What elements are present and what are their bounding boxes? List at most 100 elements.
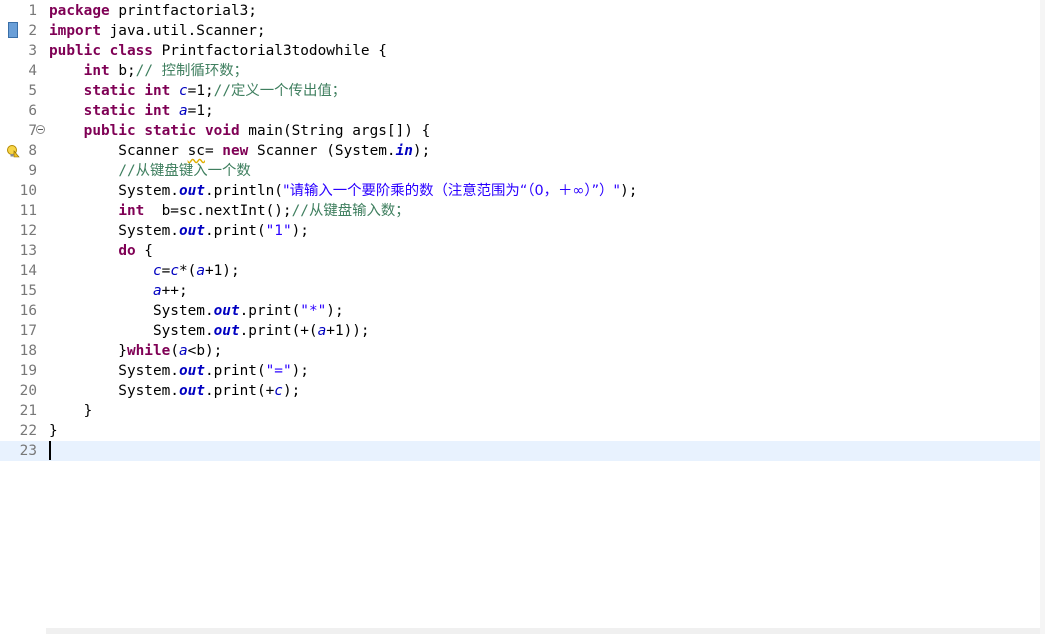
code-token: ); — [291, 223, 309, 239]
code-text[interactable]: public static void main(String args[]) { — [49, 121, 431, 141]
code-text[interactable]: public class Printfactorial3todowhile { — [49, 41, 387, 61]
code-text[interactable]: static int a=1; — [49, 101, 214, 121]
code-line[interactable]: 12 System.out.print("1"); — [0, 221, 1040, 241]
code-line[interactable]: 2 import java.util.Scanner; — [0, 21, 1040, 41]
code-token: out — [213, 323, 240, 339]
code-token: "1" — [265, 223, 292, 239]
code-line[interactable]: 17 System.out.print(+(a+1)); — [0, 321, 1040, 341]
code-text[interactable]: package printfactorial3; — [49, 1, 257, 21]
code-line[interactable]: 10 System.out.println("请输入一个要阶乘的数（注意范围为“… — [0, 181, 1040, 201]
code-line[interactable]: 11 int b=sc.nextInt();//从键盘输入数； — [0, 201, 1040, 221]
code-token: main(String args[]) { — [239, 123, 431, 139]
code-line[interactable]: 7 public static void main(String args[])… — [0, 121, 1040, 141]
code-token: =1; — [187, 83, 214, 99]
code-line[interactable]: 9 //从键盘键入一个数 — [0, 161, 1040, 181]
code-text[interactable]: System.out.print(+(a+1)); — [49, 321, 370, 341]
line-number: 10 — [19, 183, 37, 199]
code-token: c — [178, 83, 188, 99]
code-text[interactable]: System.out.println("请输入一个要阶乘的数（注意范围为“（0，… — [49, 181, 637, 201]
code-token: c — [170, 263, 179, 279]
code-token: b; — [109, 63, 136, 79]
code-text[interactable]: a++; — [49, 281, 188, 301]
line-number: 19 — [19, 363, 37, 379]
code-text[interactable]: System.out.print("="); — [49, 361, 309, 381]
code-line[interactable]: 20 System.out.print(+c); — [0, 381, 1040, 401]
code-text[interactable]: }while(a<b); — [49, 341, 222, 361]
code-text[interactable]: } — [49, 401, 93, 421]
code-text[interactable]: } — [49, 421, 58, 441]
code-token: a — [178, 103, 188, 119]
code-token: "=" — [265, 363, 292, 379]
code-token: a — [152, 283, 162, 299]
code-line[interactable]: 19 System.out.print("="); — [0, 361, 1040, 381]
code-text[interactable]: do { — [49, 241, 153, 261]
code-text[interactable]: int b;// 控制循环数； — [49, 61, 248, 81]
code-line[interactable]: 21 } — [0, 401, 1040, 421]
vertical-scrollbar[interactable] — [1040, 0, 1045, 634]
code-token: <b); — [187, 343, 223, 359]
code-token: System. — [49, 303, 214, 319]
code-token: 从键盘键入一个数 — [135, 163, 251, 179]
bookmark-marker-icon[interactable] — [8, 22, 18, 38]
line-number: 6 — [28, 103, 37, 119]
code-token: .print( — [239, 303, 301, 319]
code-line[interactable]: 18 }while(a<b); — [0, 341, 1040, 361]
line-number: 14 — [19, 263, 37, 279]
line-number: 22 — [19, 423, 37, 439]
code-editor[interactable]: 1 package printfactorial3; 2 import java.ut… — [0, 0, 1045, 634]
code-token: } — [49, 423, 58, 439]
code-line[interactable]: 3 public class Printfactorial3todowhile { — [0, 41, 1040, 61]
code-line[interactable]: 23 — [0, 441, 1040, 461]
warning-lightbulb-icon[interactable] — [6, 143, 20, 158]
code-line[interactable]: 4 int b;// 控制循环数； — [0, 61, 1040, 81]
code-token: Scanner (System. — [248, 143, 396, 159]
code-text[interactable]: c=c*(a+1); — [49, 261, 240, 281]
code-token: =1; — [187, 103, 214, 119]
code-line[interactable]: 5 static int c=1;//定义一个传出值； — [0, 81, 1040, 101]
code-line[interactable]: 13 do { — [0, 241, 1040, 261]
code-token: ); — [326, 303, 344, 319]
code-text[interactable]: //从键盘键入一个数 — [49, 161, 251, 181]
line-number: 11 — [19, 203, 37, 219]
line-number: 12 — [19, 223, 37, 239]
code-token: .print(+ — [204, 383, 275, 399]
code-text[interactable]: Scanner sc= new Scanner (System.in); — [49, 141, 430, 161]
code-text[interactable]: System.out.print(+c); — [49, 381, 300, 401]
line-number: 13 — [19, 243, 37, 259]
code-line[interactable]: 6 static int a=1; — [0, 101, 1040, 121]
code-text[interactable]: import java.util.Scanner; — [49, 21, 266, 41]
code-token: Printfactorial3todowhile { — [152, 43, 387, 59]
fold-collapse-icon[interactable] — [36, 125, 45, 134]
code-token: System. — [49, 323, 214, 339]
code-text[interactable]: int b=sc.nextInt();//从键盘输入数； — [49, 201, 409, 221]
code-token: out — [213, 303, 240, 319]
code-token: new — [222, 143, 249, 159]
line-number: 4 — [28, 63, 37, 79]
code-token: out — [178, 223, 205, 239]
horizontal-scrollbar[interactable] — [46, 628, 1045, 634]
line-number: 9 — [28, 163, 37, 179]
code-text[interactable]: System.out.print("1"); — [49, 221, 309, 241]
code-line[interactable]: 16 System.out.print("*"); — [0, 301, 1040, 321]
code-line[interactable]: 22} — [0, 421, 1040, 441]
code-line[interactable]: 15 a++; — [0, 281, 1040, 301]
code-token: // — [213, 83, 231, 99]
code-token: = — [204, 143, 223, 159]
line-number: 7 — [28, 123, 37, 139]
code-line[interactable]: 1 package printfactorial3; — [0, 1, 1040, 21]
code-token: System. — [49, 383, 179, 399]
code-text[interactable]: System.out.print("*"); — [49, 301, 344, 321]
code-line[interactable]: 8 Scanner sc= new Scanner (System.in); — [0, 141, 1040, 161]
code-token: 控制循环数； — [161, 63, 249, 79]
code-token: a — [178, 343, 188, 359]
code-token: // — [118, 163, 136, 179]
code-text[interactable]: static int c=1;//定义一个传出值； — [49, 81, 346, 101]
code-line[interactable]: 14 c=c*(a+1); — [0, 261, 1040, 281]
code-token: int — [144, 103, 171, 119]
